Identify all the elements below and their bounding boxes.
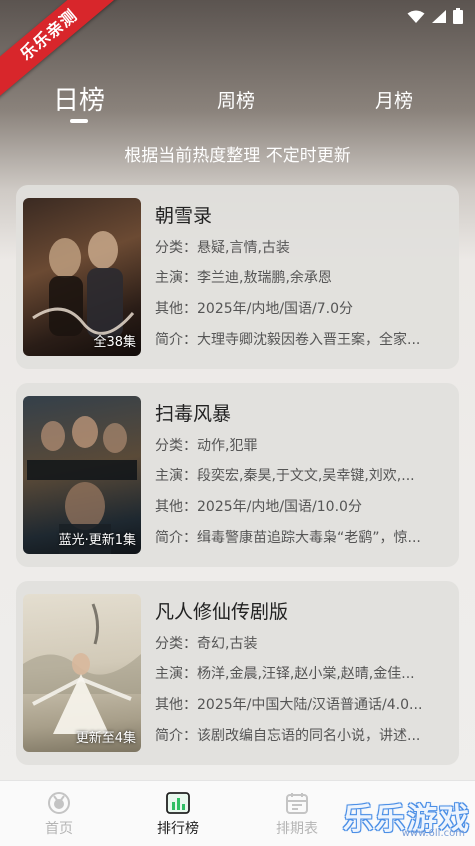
show-intro: 简介：该剧改编自忘语的同名小说，讲述... [155, 728, 421, 744]
tab-weekly[interactable]: 周榜 [217, 86, 255, 113]
show-card[interactable]: 更新至4集 凡人修仙传剧版 分类：奇幻,古装 主演：杨洋,金晨,汪铎,赵小棠,赵… [16, 581, 459, 765]
show-poster[interactable]: 全38集 [23, 198, 141, 356]
ranking-chart-icon [165, 791, 191, 815]
episode-badge: 更新至4集 [75, 731, 136, 746]
site-watermark-url: www.6ll.com [401, 828, 465, 839]
show-card[interactable]: 全38集 朝雪录 分类：悬疑,言情,古装 主演：李兰迪,敖瑞鹏,余承恩 其他：2… [16, 185, 459, 369]
show-other-info: 其他：2025年/中国大陆/汉语普通话/4.0... [155, 697, 423, 713]
show-intro: 简介：大理寺卿沈毅因卷入晋王案，全家... [155, 332, 421, 348]
show-cast: 主演：李兰迪,敖瑞鹏,余承恩 [155, 270, 332, 286]
show-title[interactable]: 扫毒风暴 [155, 399, 231, 426]
show-title[interactable]: 凡人修仙传剧版 [155, 597, 288, 624]
show-other-info: 其他：2025年/内地/国语/10.0分 [155, 499, 362, 515]
nav-ranking-label: 排行榜 [157, 821, 199, 837]
nav-home-label: 首页 [45, 821, 73, 837]
nav-schedule[interactable]: 排期表 [262, 791, 332, 838]
show-cast: 主演：段奕宏,秦昊,于文文,吴幸键,刘欢,... [155, 468, 415, 484]
signal-icon [431, 9, 447, 28]
show-other-info: 其他：2025年/内地/国语/7.0分 [155, 301, 354, 317]
show-title[interactable]: 朝雪录 [155, 201, 212, 228]
show-genre: 分类：悬疑,言情,古装 [155, 240, 290, 256]
calendar-icon [284, 791, 310, 815]
nav-ranking[interactable]: 排行榜 [143, 791, 213, 838]
ranking-subtitle: 根据当前热度整理 不定时更新 [124, 146, 351, 166]
nav-home[interactable]: 首页 [24, 791, 94, 838]
show-card[interactable]: 蓝光·更新1集 扫毒风暴 分类：动作,犯罪 主演：段奕宏,秦昊,于文文,吴幸键,… [16, 383, 459, 567]
battery-icon [453, 8, 463, 28]
nav-schedule-label: 排期表 [276, 821, 318, 837]
tab-daily[interactable]: 日榜 [53, 80, 105, 117]
episode-badge: 全38集 [93, 335, 136, 350]
tab-monthly[interactable]: 月榜 [375, 86, 413, 113]
show-poster[interactable]: 蓝光·更新1集 [23, 396, 141, 554]
show-cast: 主演：杨洋,金晨,汪铎,赵小棠,赵晴,金佳... [155, 666, 415, 682]
ranking-tabs: 日榜 周榜 月榜 [0, 78, 475, 128]
show-intro: 简介：缉毒警康苗追踪大毒枭“老鹞”，惊... [155, 530, 421, 546]
show-poster[interactable]: 更新至4集 [23, 594, 141, 752]
episode-badge: 蓝光·更新1集 [58, 533, 136, 548]
show-genre: 分类：奇幻,古装 [155, 636, 258, 652]
wifi-icon [407, 9, 425, 28]
home-icon [46, 791, 72, 815]
show-genre: 分类：动作,犯罪 [155, 438, 258, 454]
active-tab-indicator [70, 119, 88, 123]
